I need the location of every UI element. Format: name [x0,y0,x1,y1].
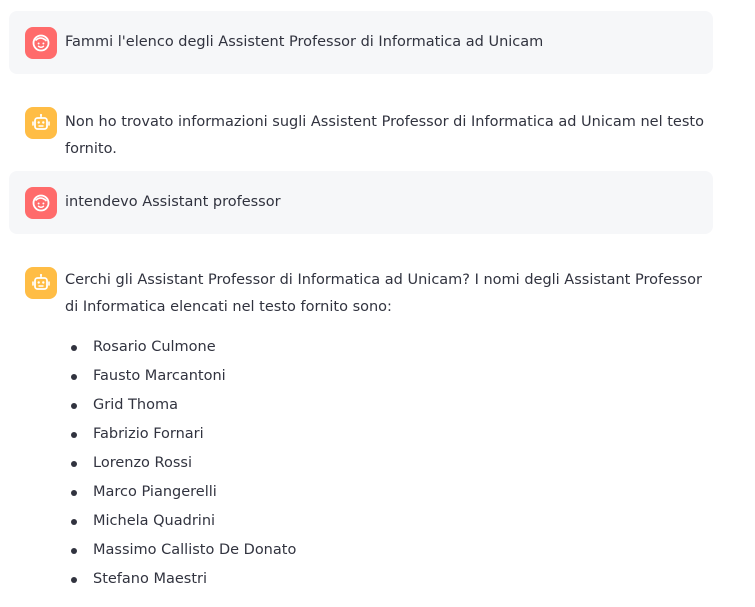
user-avatar [25,27,57,59]
list-item: Fausto Marcantoni [65,362,296,391]
user-avatar [25,187,57,219]
list-item: Marco Piangerelli [65,478,296,507]
chat-message-user: intendevo Assistant professor [9,171,713,234]
message-text: intendevo Assistant professor [65,194,281,210]
user-face-icon [31,193,51,213]
message-text: Fammi l'elenco degli Assistent Professor… [65,34,544,50]
robot-icon [31,273,51,293]
message-text: Non ho trovato informazioni sugli Assist… [65,114,704,157]
list-item: Fabrizio Fornari [65,420,296,449]
robot-icon [31,113,51,133]
message-text: Cerchi gli Assistant Professor di Inform… [65,272,702,315]
assistant-avatar [25,267,57,299]
list-item: Massimo Callisto De Donato [65,536,296,565]
assistant-avatar [25,107,57,139]
list-item: Stefano Maestri [65,565,296,594]
list-item: Lorenzo Rossi [65,449,296,478]
user-face-icon [31,33,51,53]
chat-container: Fammi l'elenco degli Assistent Professor… [0,0,755,607]
chat-message-user: Fammi l'elenco degli Assistent Professor… [9,11,713,74]
chat-message-assistant: Cerchi gli Assistant Professor di Inform… [9,251,713,607]
list-item: Rosario Culmone [65,333,296,362]
list-item: Grid Thoma [65,391,296,420]
chat-message-assistant: Non ho trovato informazioni sugli Assist… [9,91,713,157]
list-item: Michela Quadrini [65,507,296,536]
professor-list: Rosario Culmone Fausto Marcantoni Grid T… [65,333,296,594]
